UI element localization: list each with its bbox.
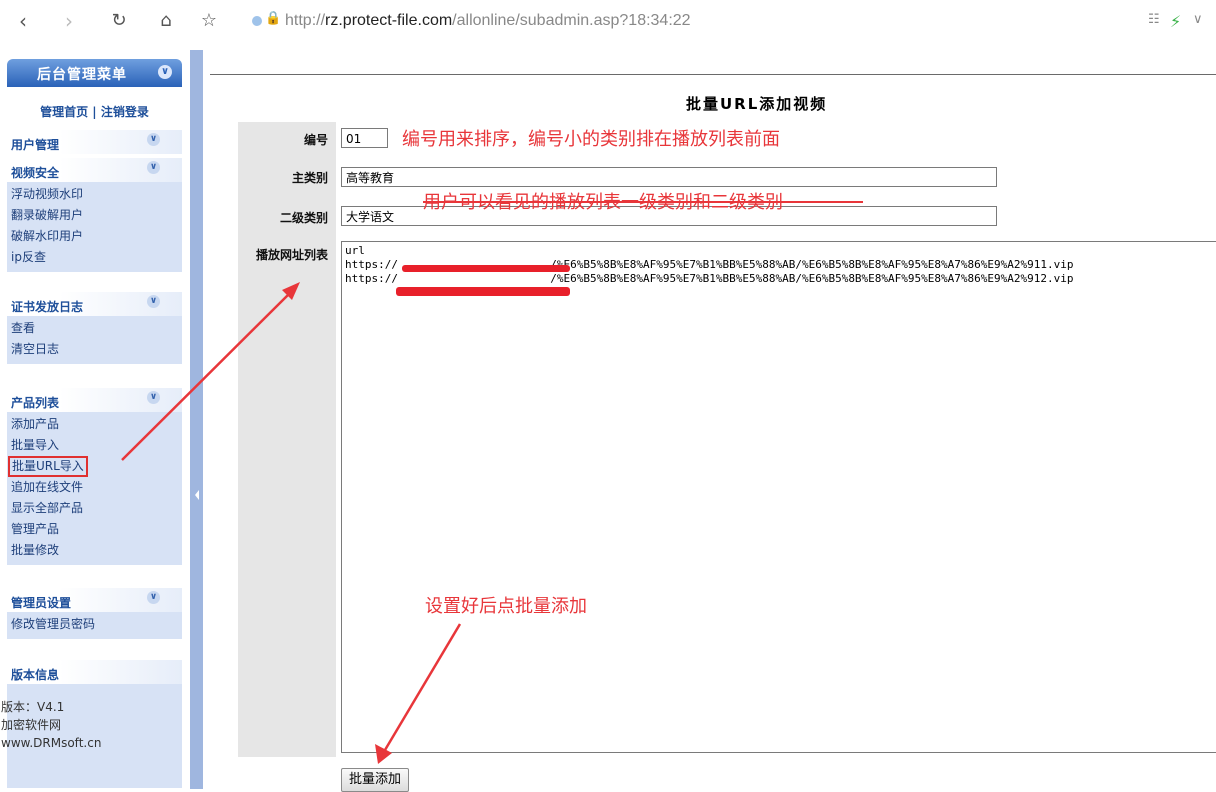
back-icon[interactable]: ‹	[12, 10, 34, 32]
sidebar-header-title: 后台管理菜单	[37, 67, 127, 83]
section-title[interactable]: 产品列表 ∨	[7, 388, 182, 412]
annotation-strike-line	[423, 201, 863, 203]
sidebar-item-change-password[interactable]: 修改管理员密码	[7, 614, 182, 635]
lightning-icon[interactable]: ⚡	[1170, 12, 1181, 31]
sidebar-item-batch-edit[interactable]: 批量修改	[7, 540, 182, 561]
expand-icon[interactable]: ∨	[147, 161, 160, 174]
section-user-management: 用户管理 ∨	[7, 130, 182, 154]
sidebar: 后台管理菜单 ∨ 管理首页 | 注销登录 用户管理 ∨ 视频安全 ∨ 浮动视频水…	[0, 50, 190, 789]
section-product-list: 产品列表 ∨ 添加产品 批量导入 批量URL导入 追加在线文件 显示全部产品 管…	[7, 388, 182, 565]
version-line: 加密软件网	[1, 718, 62, 732]
batch-add-button[interactable]: 批量添加	[341, 768, 410, 792]
section-admin-settings: 管理员设置 ∨ 修改管理员密码	[7, 588, 182, 639]
section-title[interactable]: 证书发放日志 ∨	[7, 292, 182, 316]
expand-icon[interactable]: ∨	[147, 391, 160, 404]
address-bar[interactable]: http://rz.protect-file.com/allonline/sub…	[285, 12, 691, 30]
version-body: 版本：V4.1 加密软件网 www.DRMsoft.cn	[1, 684, 182, 788]
highlight-box[interactable]: 批量URL导入	[8, 456, 88, 477]
collapse-arrow-icon[interactable]	[195, 490, 199, 500]
sidebar-item-append-online-file[interactable]: 追加在线文件	[7, 477, 182, 498]
url-list-label: 播放网址列表	[255, 248, 328, 262]
section-version-info: 版本信息 版本：V4.1 加密软件网 www.DRMsoft.cn	[1, 660, 182, 788]
section-title[interactable]: 用户管理 ∨	[7, 130, 182, 154]
sidebar-item-watermark-users[interactable]: 破解水印用户	[7, 226, 182, 247]
expand-icon[interactable]: ∨	[147, 295, 160, 308]
label-column: 编号 主类别 二级类别 播放网址列表	[238, 122, 336, 757]
sub-category-label: 二级类别	[279, 211, 328, 225]
submit-annotation: 设置好后点批量添加	[425, 596, 587, 617]
expand-icon[interactable]: ∨	[147, 133, 160, 146]
forward-icon[interactable]: ›	[58, 10, 80, 32]
sidebar-splitter[interactable]	[190, 50, 203, 789]
sidebar-item-floating-watermark[interactable]: 浮动视频水印	[7, 184, 182, 205]
sidebar-item-add-product[interactable]: 添加产品	[7, 414, 182, 435]
sidebar-links[interactable]: 管理首页 | 注销登录	[7, 87, 182, 127]
section-title[interactable]: 视频安全 ∨	[7, 158, 182, 182]
sidebar-item-ripping-users[interactable]: 翻录破解用户	[7, 205, 182, 226]
sidebar-header: 后台管理菜单 ∨	[7, 59, 182, 87]
sidebar-item-batch-import[interactable]: 批量导入	[7, 435, 182, 456]
section-cert-log: 证书发放日志 ∨ 查看 清空日志	[7, 292, 182, 364]
main-category-label: 主类别	[291, 171, 328, 185]
redaction-mark	[396, 287, 570, 296]
qr-code-icon[interactable]: ☷	[1148, 12, 1160, 27]
sidebar-item-ip-lookup[interactable]: ip反查	[7, 247, 182, 268]
sidebar-item-manage-products[interactable]: 管理产品	[7, 519, 182, 540]
main-category-field[interactable]: 高等教育	[341, 167, 997, 187]
star-icon[interactable]: ☆	[198, 10, 220, 32]
number-label: 编号	[303, 133, 328, 147]
url-line: url	[345, 244, 365, 257]
sidebar-item-clear-log[interactable]: 清空日志	[7, 339, 182, 360]
sidebar-item-view[interactable]: 查看	[7, 318, 182, 339]
chevron-down-icon[interactable]: ∨	[1193, 12, 1203, 27]
insecure-lock-icon: 🔒	[265, 11, 282, 26]
expand-icon[interactable]: ∨	[147, 591, 160, 604]
version-line: 版本：V4.1	[1, 700, 65, 714]
sidebar-item-batch-url-import[interactable]: 批量URL导入	[7, 456, 182, 477]
number-field[interactable]: 01	[341, 128, 388, 148]
collapse-icon[interactable]: ∨	[158, 65, 172, 79]
home-icon[interactable]: ⌂	[155, 10, 177, 32]
version-line: www.DRMsoft.cn	[1, 736, 102, 750]
browser-toolbar: ‹ › ↻ ⌂ ☆ 🔒 http://rz.protect-file.com/a…	[0, 0, 1216, 46]
site-icon	[252, 16, 262, 26]
section-title[interactable]: 管理员设置 ∨	[7, 588, 182, 612]
sidebar-item-show-all-products[interactable]: 显示全部产品	[7, 498, 182, 519]
url-list-textarea[interactable]: url https:// /%E6%B5%8B%E8%AF%95%E7%B1%BB…	[341, 241, 1216, 753]
page-title: 批量URL添加视频	[686, 95, 828, 113]
divider-line	[210, 74, 1216, 75]
section-title: 版本信息	[7, 660, 182, 684]
number-annotation: 编号用来排序，编号小的类别排在播放列表前面	[402, 129, 780, 150]
redaction-mark	[402, 265, 570, 272]
url-line: https:// /%E6%B5%8B%E8%AF%95%E7%B1%BB%E5…	[345, 272, 1074, 285]
reload-icon[interactable]: ↻	[108, 10, 130, 32]
section-video-security: 视频安全 ∨ 浮动视频水印 翻录破解用户 破解水印用户 ip反查	[7, 158, 182, 272]
